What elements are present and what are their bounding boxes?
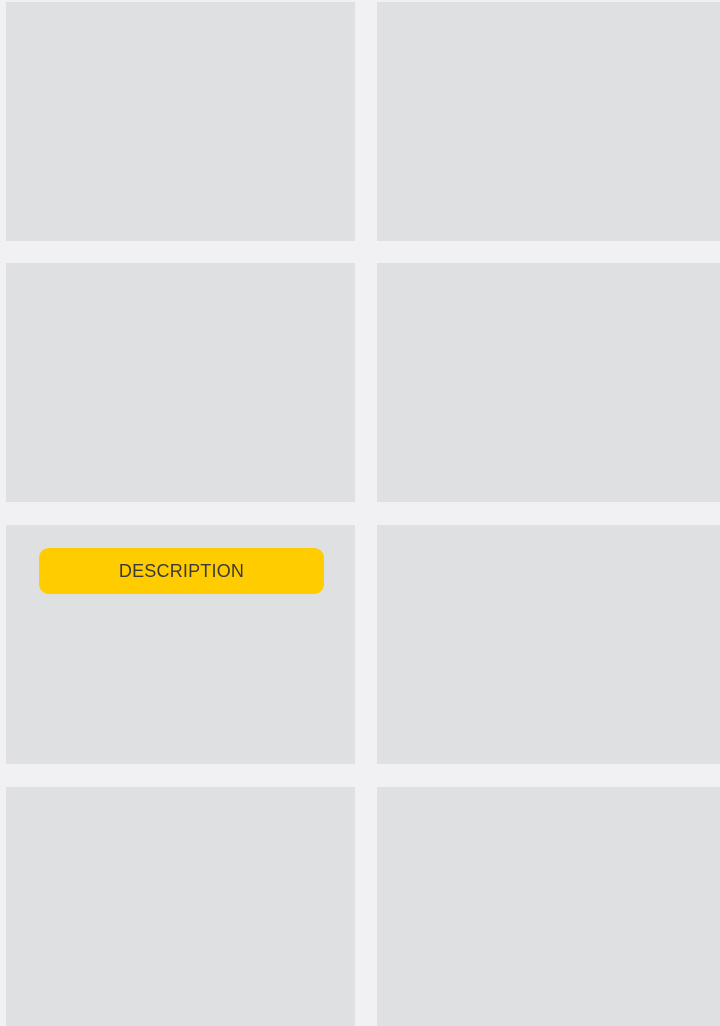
grid-tile-8[interactable] bbox=[377, 787, 720, 1026]
description-button[interactable]: DESCRIPTION bbox=[39, 548, 324, 594]
grid-tile-5[interactable]: DESCRIPTION bbox=[6, 525, 355, 764]
grid-tile-7[interactable] bbox=[6, 787, 355, 1026]
grid-tile-3[interactable] bbox=[6, 263, 355, 502]
grid-tile-4[interactable] bbox=[377, 263, 720, 502]
grid-tile-2[interactable] bbox=[377, 2, 720, 241]
grid-tile-1[interactable] bbox=[6, 2, 355, 241]
grid-tile-6[interactable] bbox=[377, 525, 720, 764]
